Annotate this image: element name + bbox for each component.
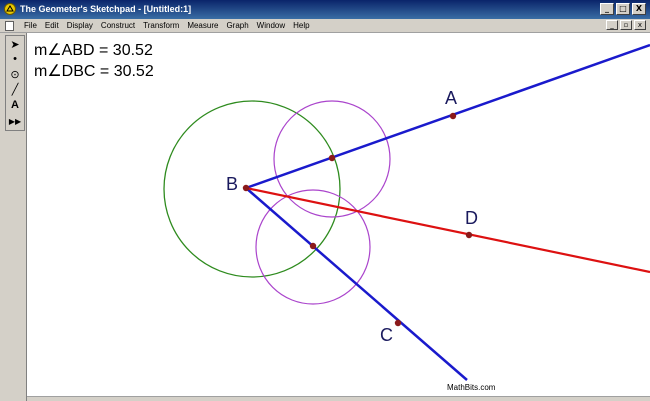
menu-graph[interactable]: Graph — [226, 21, 248, 30]
watermark: MathBits.com — [447, 383, 496, 392]
menu-window[interactable]: Window — [257, 21, 285, 30]
menu-file[interactable]: File — [24, 21, 37, 30]
horizontal-scrollbar[interactable] — [27, 396, 650, 401]
compass-tool-icon[interactable]: ⊙ — [7, 67, 23, 81]
title-bar: The Geometer's Sketchpad - [Untitled:1] … — [0, 0, 650, 19]
document-icon[interactable] — [5, 21, 14, 31]
menu-display[interactable]: Display — [67, 21, 93, 30]
label-d[interactable]: D — [465, 208, 478, 229]
text-tool-icon[interactable]: A — [7, 98, 23, 112]
straightedge-tool-icon[interactable]: ╱ — [7, 82, 23, 96]
sketch-canvas[interactable] — [27, 33, 650, 401]
menu-help[interactable]: Help — [293, 21, 309, 30]
doc-restore-button[interactable]: ▫ — [620, 20, 632, 30]
point-tool-icon[interactable]: • — [7, 52, 23, 66]
label-b[interactable]: B — [226, 174, 238, 195]
toolbox: ➤ • ⊙ ╱ A ▶▶ — [5, 35, 25, 131]
menu-construct[interactable]: Construct — [101, 21, 135, 30]
maximize-button[interactable]: □ — [616, 3, 630, 15]
custom-tool-icon[interactable]: ▶▶ — [7, 114, 23, 128]
measurement-angle-dbc[interactable]: m∠DBC = 30.52 — [34, 61, 154, 81]
close-button[interactable]: X — [632, 3, 646, 15]
minimize-button[interactable]: _ — [600, 3, 614, 15]
doc-minimize-button[interactable]: _ — [606, 20, 618, 30]
window-title: The Geometer's Sketchpad - [Untitled:1] — [20, 4, 192, 14]
menu-measure[interactable]: Measure — [187, 21, 218, 30]
menu-edit[interactable]: Edit — [45, 21, 59, 30]
label-c[interactable]: C — [380, 325, 393, 346]
app-icon — [4, 3, 16, 15]
doc-close-button[interactable]: x — [634, 20, 646, 30]
label-a[interactable]: A — [445, 88, 457, 109]
menu-bar: File Edit Display Construct Transform Me… — [0, 19, 650, 33]
menu-transform[interactable]: Transform — [143, 21, 179, 30]
arrow-tool-icon[interactable]: ➤ — [7, 37, 23, 51]
measurement-angle-abd[interactable]: m∠ABD = 30.52 — [34, 40, 153, 60]
